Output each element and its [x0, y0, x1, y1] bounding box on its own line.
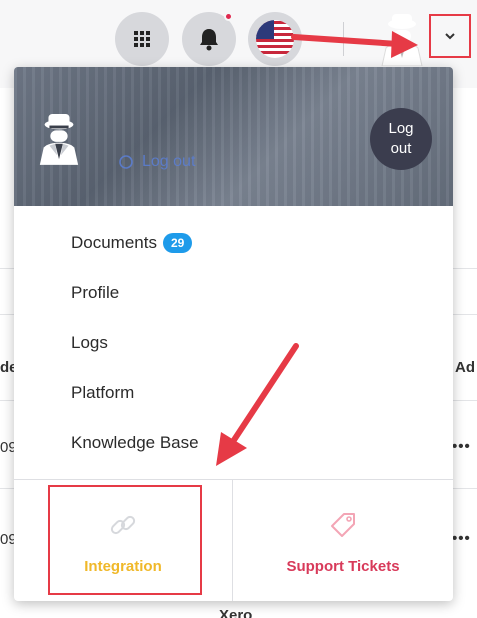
notification-dot — [224, 12, 233, 21]
cell-fragment: Xero — [219, 607, 253, 618]
menu-item-logs[interactable]: Logs — [71, 333, 108, 353]
dropdown-header: Log out Log out — [14, 67, 453, 206]
menu-item-label: Knowledge Base — [71, 433, 199, 452]
chevron-down-icon — [445, 33, 455, 40]
notifications-button[interactable] — [182, 12, 236, 66]
row-actions-icon[interactable]: ••• — [452, 530, 471, 547]
menu-item-documents[interactable]: Documents 29 — [71, 233, 193, 253]
logout-button-label: Log out — [388, 120, 414, 157]
menu-item-label: Logs — [71, 333, 108, 352]
user-avatar[interactable] — [378, 10, 426, 67]
support-tickets-tile[interactable]: Support Tickets — [233, 480, 453, 601]
menu-item-label: Profile — [71, 283, 120, 302]
spy-avatar-icon — [39, 114, 79, 165]
account-menu-toggle[interactable] — [429, 14, 471, 58]
logout-link-label: Log out — [142, 153, 196, 170]
language-button[interactable] — [248, 12, 302, 66]
apps-button[interactable] — [115, 12, 169, 66]
topbar-divider — [343, 22, 344, 56]
documents-count-badge: 29 — [162, 233, 193, 253]
menu-item-knowledge-base[interactable]: Knowledge Base — [71, 433, 199, 453]
support-icon-wrap — [233, 510, 453, 540]
logout-icon — [119, 155, 133, 169]
menu-item-platform[interactable]: Platform — [71, 383, 134, 403]
annotation-highlight-box — [48, 485, 202, 595]
spy-avatar-icon — [381, 14, 423, 67]
support-tickets-label: Support Tickets — [286, 558, 400, 575]
us-flag-icon — [256, 20, 294, 58]
menu-item-label: Platform — [71, 383, 135, 402]
logout-link[interactable]: Log out — [118, 153, 195, 171]
logout-button[interactable]: Log out — [370, 108, 432, 170]
column-header-fragment: Ad — [455, 359, 475, 376]
menu-item-profile[interactable]: Profile — [71, 283, 119, 303]
tag-icon — [331, 513, 355, 537]
bell-icon — [200, 29, 218, 51]
grid-icon — [134, 31, 150, 47]
row-actions-icon[interactable]: ••• — [452, 438, 471, 455]
header-avatar — [36, 111, 82, 165]
menu-item-label: Documents — [71, 233, 157, 252]
